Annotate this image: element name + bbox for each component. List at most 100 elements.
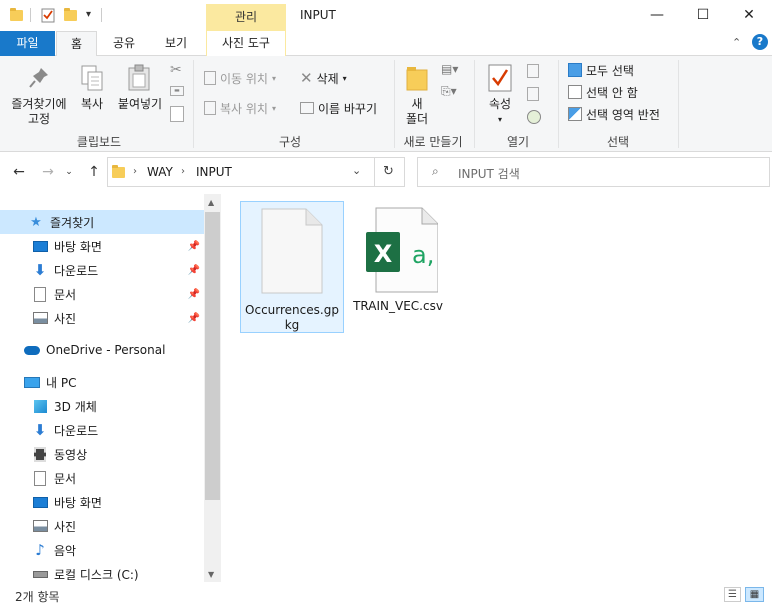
nav-pc-desktop[interactable]: 바탕 화면 (0, 490, 204, 514)
tab-file[interactable]: 파일 (0, 31, 55, 56)
up-button[interactable]: ↑ (83, 160, 105, 184)
nav-pc-pictures[interactable]: 사진 (0, 514, 204, 538)
refresh-icon[interactable]: ↻ (383, 164, 394, 179)
select-all-button[interactable]: 모두 선택 (568, 60, 634, 80)
search-placeholder: INPUT 검색 (458, 167, 520, 181)
back-arrow-icon: ← (13, 164, 25, 180)
minimize-ribbon-icon[interactable]: ⌃ (732, 36, 741, 49)
select-none-button[interactable]: 선택 안 함 (568, 82, 638, 102)
copy-to-button[interactable]: 복사 위치 ▾ (204, 98, 276, 118)
details-view-icon[interactable]: ☰ (724, 587, 741, 602)
nav-quick-access[interactable]: ★ 즐겨찾기 (0, 210, 204, 234)
nav-scrollbar-thumb[interactable] (205, 212, 220, 500)
invert-selection-icon (568, 107, 582, 121)
nav-label: 바탕 화면 (54, 239, 102, 254)
minimize-button[interactable]: — (634, 0, 680, 30)
scroll-down-icon[interactable]: ▼ (208, 570, 214, 579)
nav-pc-music[interactable]: ♪ 음악 (0, 538, 204, 562)
maximize-button[interactable]: ☐ (680, 0, 726, 30)
customize-quick-access-icon[interactable]: ▾ (86, 9, 91, 20)
paste-button[interactable]: 붙여넣기 (114, 97, 166, 112)
large-icons-view-icon[interactable]: ▦ (745, 587, 764, 602)
manage-contextual-tab[interactable]: 관리 (206, 4, 286, 31)
scroll-up-icon[interactable]: ▲ (208, 198, 214, 207)
chevron-down-icon: ▾ (342, 73, 347, 83)
up-arrow-icon: ↑ (88, 164, 100, 180)
computer-icon (24, 374, 40, 390)
nav-label: 다운로드 (54, 423, 99, 438)
film-icon (32, 446, 48, 462)
document-icon (32, 286, 48, 302)
nav-quick-documents[interactable]: 문서 📌 (0, 282, 204, 306)
properties-button[interactable]: 속성 ▾ (482, 97, 518, 127)
new-item-icon[interactable]: ▤▾ (441, 62, 458, 76)
tab-picture-tools[interactable]: 사진 도구 (206, 31, 286, 56)
file-name: TRAIN_VEC.csv (353, 299, 443, 313)
recent-locations-button[interactable]: ⌄ (62, 160, 76, 184)
pin-icon (28, 66, 50, 93)
chevron-down-icon: ▾ (271, 103, 276, 113)
cut-icon[interactable]: ✂ (170, 62, 182, 78)
delete-x-icon: ✕ (300, 69, 313, 87)
properties-large-icon (488, 64, 512, 95)
nav-pc-documents[interactable]: 문서 (0, 466, 204, 490)
close-button[interactable]: ✕ (726, 0, 772, 30)
pin-to-quick-access-button[interactable]: 즐겨찾기에 고정 (4, 97, 74, 127)
pin-label-line1: 즐겨찾기에 (11, 97, 67, 111)
minimize-icon: — (650, 7, 664, 23)
properties-checkmark-icon[interactable] (41, 7, 55, 23)
chevron-down-icon: ▾ (497, 115, 502, 124)
new-folder-button[interactable]: 새 폴더 (400, 97, 434, 127)
easy-access-icon[interactable]: ⎘▾ (441, 84, 457, 99)
address-dropdown-icon[interactable]: ⌄ (352, 164, 361, 177)
file-item[interactable]: Occurrences.gpkg (240, 201, 344, 333)
rename-label: 이름 바꾸기 (318, 101, 378, 116)
delete-button[interactable]: ✕ 삭제 ▾ (300, 68, 347, 88)
tab-share[interactable]: 공유 (104, 31, 144, 56)
group-separator (558, 60, 559, 148)
pictures-icon (32, 518, 48, 534)
copy-button[interactable]: 복사 (76, 97, 108, 112)
open-icon[interactable] (527, 64, 539, 78)
move-to-button[interactable]: 이동 위치 ▾ (204, 68, 276, 88)
nav-quick-desktop[interactable]: 바탕 화면 📌 (0, 234, 204, 258)
new-group-label: 새로 만들기 (403, 135, 463, 149)
clipboard-group-label: 클립보드 (76, 135, 122, 149)
invert-selection-button[interactable]: 선택 영역 반전 (568, 104, 660, 124)
forward-button[interactable]: → (37, 160, 59, 184)
separator (374, 158, 375, 186)
nav-label: 다운로드 (54, 263, 99, 278)
nav-pc-3d-objects[interactable]: 3D 개체 (0, 394, 204, 418)
svg-text:a,: a, (412, 241, 434, 269)
nav-onedrive[interactable]: OneDrive - Personal (0, 338, 204, 362)
nav-pc-videos[interactable]: 동영상 (0, 442, 204, 466)
edit-icon[interactable] (527, 87, 539, 101)
nav-pc-downloads[interactable]: ⬇ 다운로드 (0, 418, 204, 442)
help-icon[interactable]: ? (752, 34, 768, 50)
nav-label: 문서 (54, 287, 77, 302)
tab-home[interactable]: 홈 (56, 31, 97, 57)
nav-this-pc[interactable]: 내 PC (0, 370, 204, 394)
select-group-label: 선택 (606, 135, 630, 149)
history-icon[interactable] (527, 110, 541, 124)
tab-view[interactable]: 보기 (156, 31, 196, 56)
nav-quick-downloads[interactable]: ⬇ 다운로드 📌 (0, 258, 204, 282)
nav-label: 동영상 (54, 447, 88, 462)
rename-button[interactable]: 이름 바꾸기 (300, 98, 377, 118)
copy-path-icon[interactable]: ▬ (170, 86, 184, 96)
group-separator (474, 60, 475, 148)
back-button[interactable]: ← (8, 160, 30, 184)
breadcrumb-input[interactable]: INPUT (196, 165, 232, 179)
new-folder-icon[interactable] (64, 7, 77, 23)
nav-quick-pictures[interactable]: 사진 📌 (0, 306, 204, 330)
status-bar (0, 582, 772, 608)
paste-shortcut-icon[interactable] (170, 106, 184, 122)
excel-csv-icon: X a, (358, 207, 438, 293)
pin-icon: 📌 (187, 312, 200, 324)
delete-label: 삭제 (316, 71, 339, 86)
cube-3d-icon (32, 398, 48, 414)
forward-arrow-icon: → (42, 164, 54, 180)
group-separator (394, 60, 395, 148)
file-item[interactable]: X a, TRAIN_VEC.csv (346, 201, 450, 333)
breadcrumb-way[interactable]: WAY (147, 165, 173, 179)
